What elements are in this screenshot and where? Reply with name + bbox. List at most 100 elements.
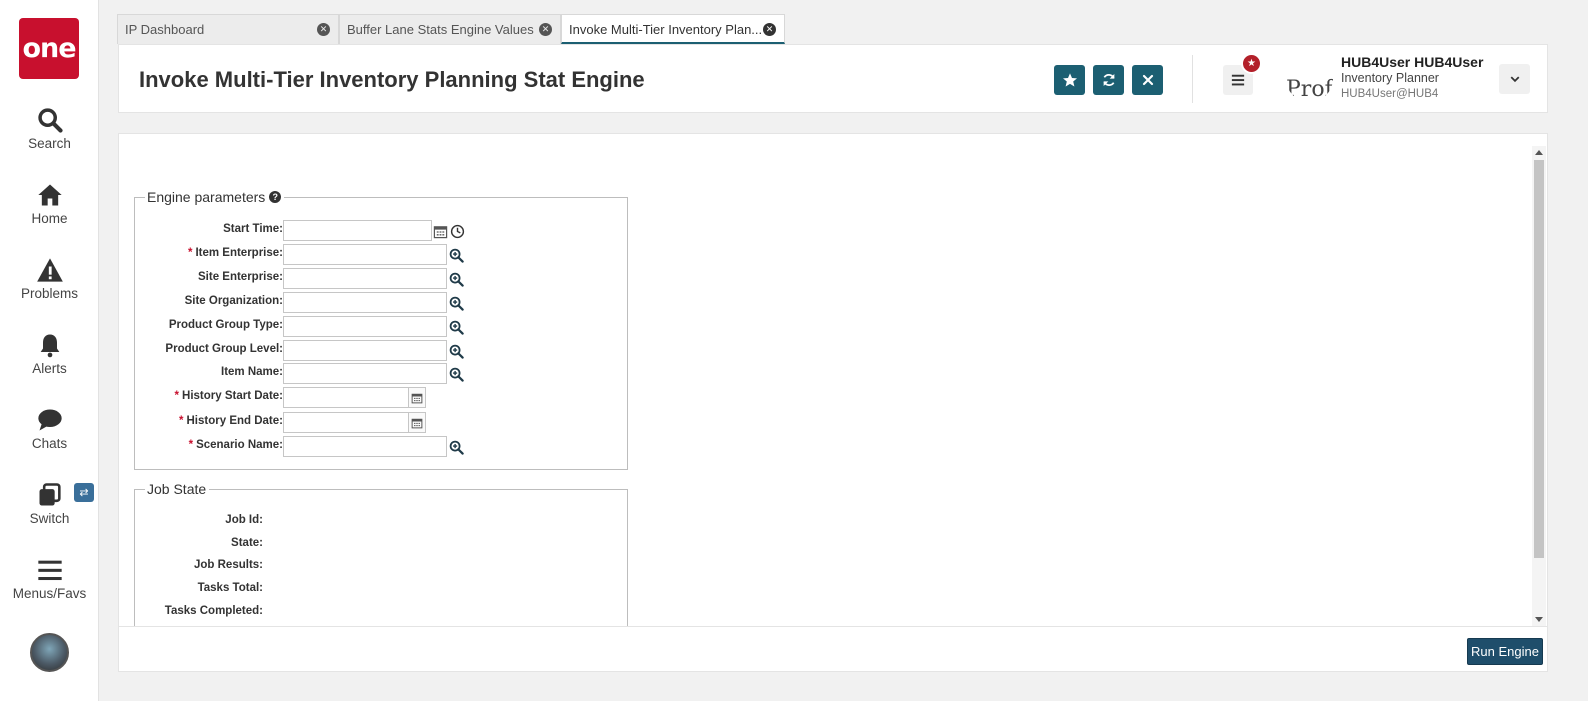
tasks-completed-label: Tasks Completed: [164, 605, 263, 617]
job-id-label: Job Id: [225, 514, 263, 526]
tab-label: Buffer Lane Stats Engine Values [347, 22, 534, 37]
page-header: Invoke Multi-Tier Inventory Planning Sta… [118, 44, 1548, 113]
nav-problems-label: Problems [20, 286, 79, 301]
nav-problems[interactable]: Problems [0, 256, 99, 316]
user-name: HUB4User HUB4User [1341, 54, 1484, 70]
lookup-search-icon[interactable] [448, 366, 464, 382]
calendar-icon[interactable] [432, 223, 448, 239]
item-enterprise-input[interactable] [283, 244, 447, 265]
scenario-name-label-text: Scenario Name: [196, 439, 283, 451]
nav-alerts[interactable]: Alerts [0, 331, 99, 391]
vertical-scrollbar[interactable] [1532, 146, 1546, 626]
product-group-level-input[interactable] [283, 340, 447, 361]
engine-parameters-section: Engine parameters ? Start Time: * Item En… [134, 189, 628, 470]
user-avatar[interactable] [30, 633, 69, 672]
job-results-label: Job Results: [193, 559, 263, 571]
product-group-level-label: Product Group Level: [165, 343, 283, 355]
close-icon [1142, 74, 1153, 86]
site-organization-row: Site Organization: [135, 292, 283, 314]
job-state-section: Job State Job Id: State: Job Results: Ta… [134, 481, 628, 626]
close-tab-icon[interactable]: ✕ [317, 23, 330, 36]
home-icon [0, 181, 99, 209]
help-icon[interactable]: ? [269, 191, 282, 203]
required-marker: * [188, 439, 194, 451]
site-enterprise-row: Site Enterprise: [135, 268, 283, 290]
history-start-date-input[interactable] [283, 387, 409, 408]
state-label: State: [231, 537, 263, 549]
scrollbar-thumb[interactable] [1534, 160, 1544, 558]
profile-picture-text: Prof [1286, 77, 1333, 102]
warning-icon [0, 256, 99, 284]
item-enterprise-label-text: Item Enterprise: [195, 247, 283, 259]
required-marker: * [174, 390, 180, 402]
start-time-input[interactable] [283, 220, 432, 241]
start-time-row: Start Time: [135, 220, 283, 242]
history-start-date-label-text: History Start Date: [182, 390, 283, 402]
history-end-date-label-text: History End Date: [186, 415, 284, 427]
profile-picture[interactable]: Prof [1286, 55, 1333, 102]
user-role: Inventory Planner [1341, 71, 1439, 85]
calendar-icon[interactable] [409, 412, 426, 433]
product-group-type-input[interactable] [283, 316, 447, 337]
lookup-search-icon[interactable] [448, 247, 464, 263]
refresh-icon [1103, 74, 1114, 86]
site-enterprise-input[interactable] [283, 268, 447, 289]
tab-ip-dashboard[interactable]: IP Dashboard ✕ [117, 14, 339, 44]
product-group-type-label: Product Group Type: [168, 319, 283, 331]
history-start-date-row: * History Start Date: [135, 387, 283, 409]
nav-home-label: Home [31, 211, 68, 226]
close-tab-icon[interactable]: ✕ [539, 23, 552, 36]
refresh-button[interactable] [1093, 65, 1124, 95]
item-name-input[interactable] [283, 363, 447, 384]
start-time-label: Start Time: [223, 223, 283, 235]
user-dropdown-button[interactable] [1499, 64, 1530, 94]
scroll-down-arrow-icon[interactable] [1535, 617, 1543, 622]
page-title: Invoke Multi-Tier Inventory Planning Sta… [139, 67, 645, 92]
star-icon [1062, 73, 1077, 87]
tab-buffer-lane-stats[interactable]: Buffer Lane Stats Engine Values ✕ [339, 14, 561, 44]
nav-menus-favs[interactable]: Menus/Favs [0, 556, 99, 616]
close-tab-icon[interactable]: ✕ [763, 23, 776, 36]
site-organization-label: Site Organization: [184, 295, 283, 307]
history-start-date-label: * History Start Date: [175, 390, 283, 402]
engine-parameters-title: Engine parameters [147, 189, 266, 205]
one-logo[interactable]: one [19, 18, 79, 79]
lookup-search-icon[interactable] [448, 295, 464, 311]
required-marker: * [187, 247, 193, 259]
bell-icon [0, 331, 99, 359]
scroll-up-arrow-icon[interactable] [1535, 150, 1543, 155]
clock-icon[interactable] [449, 223, 465, 239]
tab-label: Invoke Multi-Tier Inventory Plan... [569, 22, 763, 37]
nav-switch-label: Switch [29, 511, 70, 526]
hamburger-icon [1231, 74, 1245, 86]
run-engine-button[interactable]: Run Engine [1467, 638, 1543, 665]
scenario-name-input[interactable] [283, 436, 447, 457]
favorite-button[interactable] [1054, 65, 1085, 95]
tab-invoke-multi-tier[interactable]: Invoke Multi-Tier Inventory Plan... ✕ [561, 14, 785, 44]
lookup-search-icon[interactable] [448, 439, 464, 455]
chat-icon [0, 406, 99, 434]
lookup-search-icon[interactable] [448, 343, 464, 359]
lookup-search-icon[interactable] [448, 319, 464, 335]
menu-icon [0, 556, 99, 584]
switch-badge-icon[interactable]: ⇄ [74, 483, 94, 502]
job-state-title: Job State [147, 481, 207, 497]
form-scroll-area[interactable]: Engine parameters ? Start Time: * Item En… [119, 134, 1549, 626]
site-organization-input[interactable] [283, 292, 447, 313]
left-nav: one Search Home Problems Alerts Chats Sw… [0, 0, 99, 701]
item-enterprise-label: * Item Enterprise: [188, 247, 283, 259]
close-button[interactable] [1132, 65, 1163, 95]
user-email: HUB4User@HUB4 [1341, 88, 1439, 100]
lookup-search-icon[interactable] [448, 271, 464, 287]
item-name-row: Item Name: [135, 363, 283, 385]
nav-chats[interactable]: Chats [0, 406, 99, 466]
favorites-badge-icon[interactable]: ★ [1241, 53, 1262, 74]
nav-search[interactable]: Search [0, 106, 99, 166]
nav-home[interactable]: Home [0, 181, 99, 241]
logo-text: one [22, 33, 76, 64]
calendar-icon[interactable] [409, 387, 426, 408]
main-panel: Engine parameters ? Start Time: * Item En… [118, 133, 1548, 672]
history-end-date-input[interactable] [283, 412, 409, 433]
search-icon [0, 106, 99, 134]
chevron-down-icon [1510, 76, 1519, 83]
